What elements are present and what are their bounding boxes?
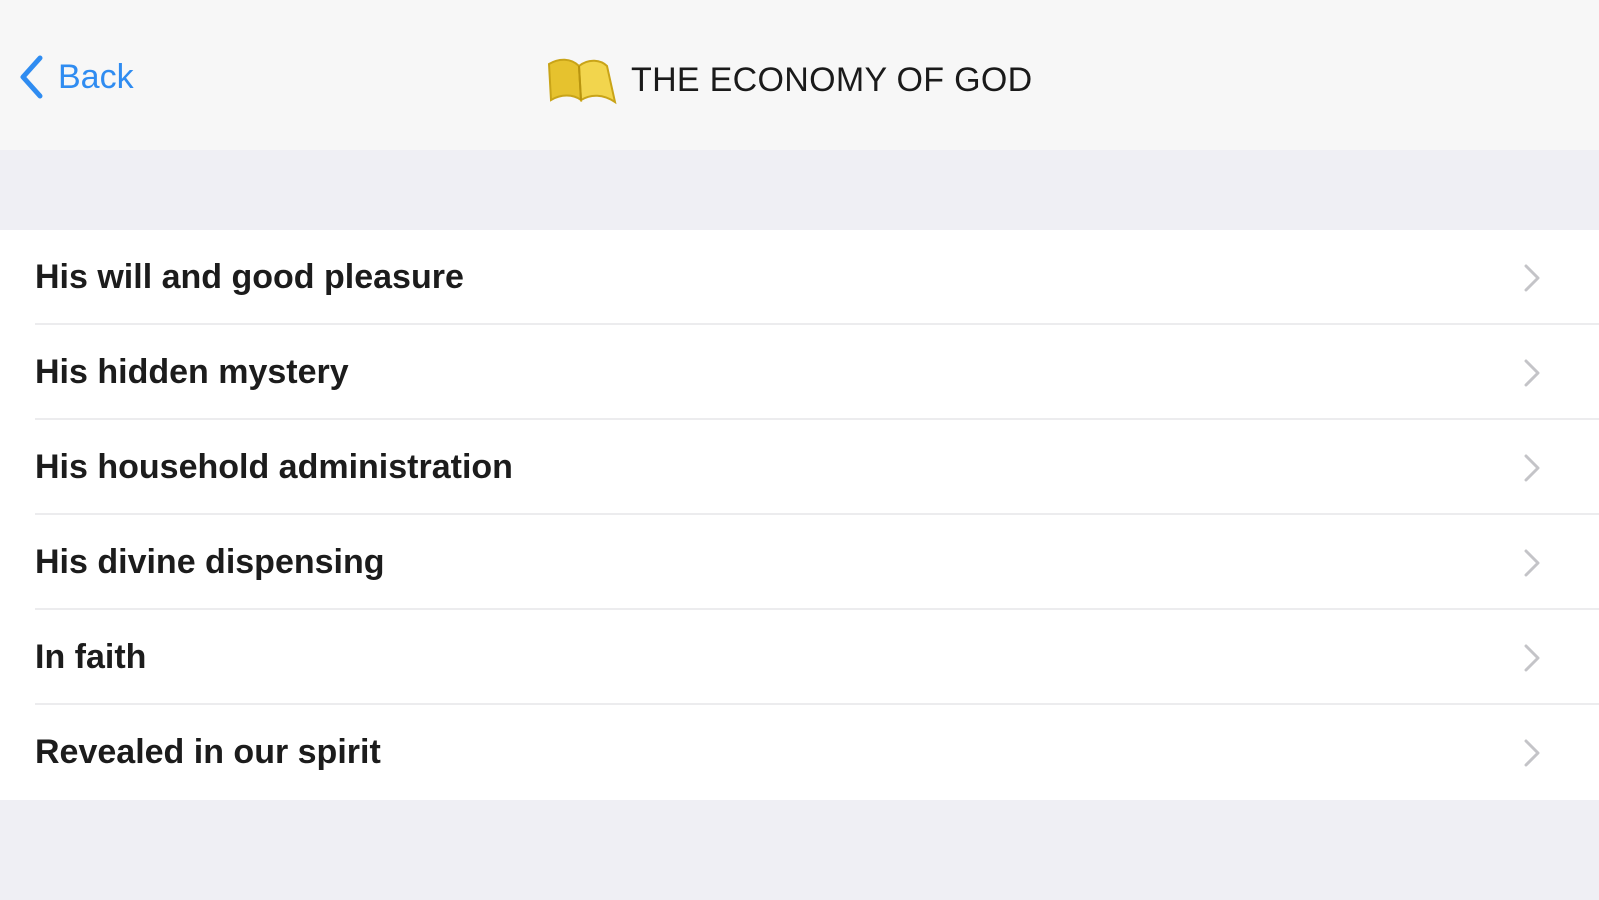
chevron-right-icon xyxy=(1524,264,1540,292)
open-book-icon xyxy=(547,58,617,105)
list-item-label: Revealed in our spirit xyxy=(35,733,381,771)
chevron-left-icon xyxy=(20,55,43,99)
list-item[interactable]: His household administration xyxy=(0,420,1599,515)
list-item-label: His household administration xyxy=(35,448,513,486)
chevron-right-icon xyxy=(1524,644,1540,672)
page-title: THE ECONOMY OF GOD xyxy=(545,50,1032,110)
chevron-right-icon xyxy=(1524,359,1540,387)
list-item[interactable]: His hidden mystery xyxy=(0,325,1599,420)
page-title-text: THE ECONOMY OF GOD xyxy=(631,60,1033,99)
list-item[interactable]: His will and good pleasure xyxy=(0,230,1599,325)
back-button[interactable]: Back xyxy=(18,52,134,102)
list-item-label: His divine dispensing xyxy=(35,543,385,581)
list-item-label: His hidden mystery xyxy=(35,353,349,391)
navigation-bar: Back THE ECONOMY OF GOD xyxy=(0,0,1599,150)
list-item[interactable]: Revealed in our spirit xyxy=(0,705,1599,800)
section-spacer xyxy=(0,150,1599,230)
topic-list: His will and good pleasure His hidden my… xyxy=(0,230,1599,800)
list-item-label: In faith xyxy=(35,638,147,676)
list-item[interactable]: His divine dispensing xyxy=(0,515,1599,610)
list-item-label: His will and good pleasure xyxy=(35,258,464,296)
chevron-right-icon xyxy=(1524,549,1540,577)
chevron-right-icon xyxy=(1524,454,1540,482)
chevron-right-icon xyxy=(1524,739,1540,767)
back-button-label: Back xyxy=(58,57,134,96)
list-item[interactable]: In faith xyxy=(0,610,1599,705)
